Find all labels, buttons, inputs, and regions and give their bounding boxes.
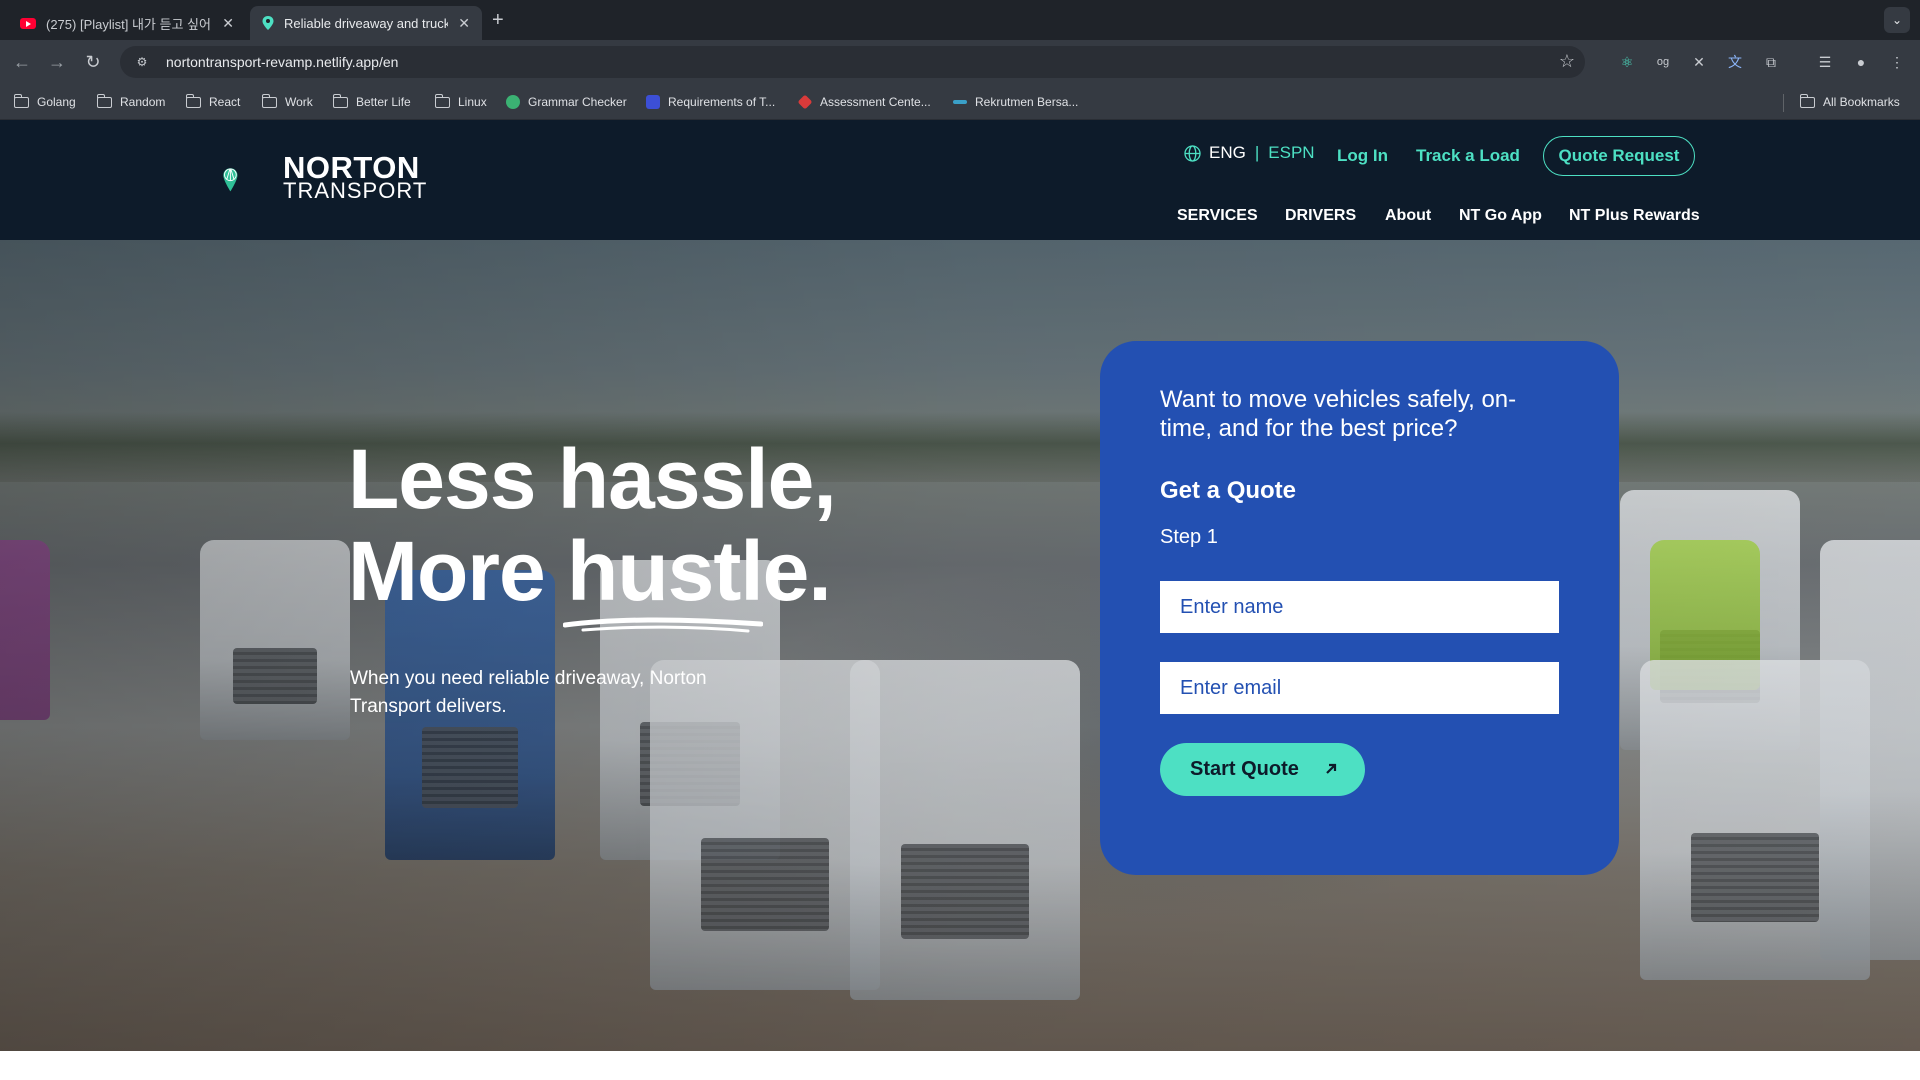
hero-background-image [0, 240, 1920, 1051]
language-espn[interactable]: ESPN [1268, 143, 1314, 163]
bookmark-label: Grammar Checker [528, 95, 627, 109]
language-switcher: ENG | ESPN [1184, 143, 1315, 163]
url-text[interactable]: nortontransport-revamp.netlify.app/en [166, 54, 398, 70]
bookmark-label: Rekrutmen Bersa... [975, 95, 1079, 109]
page-bottom-area [0, 1051, 1920, 1080]
address-bar[interactable]: ⚙ nortontransport-revamp.netlify.app/en … [120, 46, 1585, 78]
quote-card-intro: Want to move vehicles safely, on-time, a… [1160, 386, 1517, 442]
arrow-up-right-icon [1326, 763, 1337, 774]
folder-icon [185, 93, 201, 108]
tab-title: Reliable driveaway and trucking [284, 15, 449, 31]
bookmark-assessment[interactable]: Assessment Cente... [797, 93, 931, 111]
all-bookmarks[interactable]: All Bookmarks [1799, 93, 1900, 111]
bookmark-label: Linux [458, 95, 487, 109]
all-bookmarks-label: All Bookmarks [1823, 95, 1900, 109]
language-eng[interactable]: ENG [1209, 143, 1246, 163]
start-quote-label: Start Quote [1190, 758, 1299, 780]
nav-services[interactable]: SERVICES [1177, 207, 1258, 225]
bookmark-react[interactable]: React [185, 93, 241, 111]
language-separator: | [1254, 143, 1260, 162]
close-tab-icon[interactable]: ✕ [458, 15, 470, 32]
nav-about[interactable]: About [1385, 207, 1431, 225]
start-quote-button[interactable]: Start Quote [1160, 743, 1365, 796]
bookmark-star-icon[interactable]: ☆ [1559, 51, 1575, 72]
bookmark-requirements[interactable]: Requirements of T... [646, 93, 775, 111]
site-info-icon[interactable]: ⚙ [132, 52, 152, 72]
nav-nt-plus-rewards[interactable]: NT Plus Rewards [1569, 207, 1700, 225]
hero-headline-line2: More hustle. [348, 524, 832, 618]
bookmark-label: Better Life [356, 95, 411, 109]
track-load-link[interactable]: Track a Load [1416, 146, 1520, 166]
bookmarks-divider [1783, 94, 1784, 112]
bookmark-linux[interactable]: Linux [434, 93, 487, 111]
assessment-icon [797, 94, 813, 110]
folder-icon [96, 93, 112, 108]
nav-nt-go-app[interactable]: NT Go App [1459, 207, 1542, 225]
bookmark-label: Assessment Cente... [820, 95, 931, 109]
globe-icon [1184, 144, 1201, 162]
new-tab-button[interactable]: + [492, 9, 504, 32]
profile-avatar-icon[interactable]: ● [1851, 52, 1871, 72]
close-extension-icon[interactable]: ✕ [1689, 52, 1709, 72]
folder-icon [1799, 93, 1815, 108]
tab-title: (275) [Playlist] 내가 듣고 싶어 듣는 [46, 16, 212, 32]
folder-icon [261, 93, 277, 108]
logo-subtitle[interactable]: TRANSPORT [283, 178, 427, 204]
translate-icon[interactable]: 文 [1725, 52, 1745, 72]
brush-underline-icon [563, 617, 763, 633]
bookmark-work[interactable]: Work [261, 93, 313, 111]
quote-request-button[interactable]: Quote Request [1543, 136, 1695, 176]
bookmarks-bar: Golang Random React Work Better Life Lin… [0, 84, 1920, 120]
requirements-icon [646, 95, 660, 109]
hero-headline-line1: Less hassle, [348, 432, 837, 526]
bookmark-grammar-checker[interactable]: Grammar Checker [506, 93, 627, 111]
email-input[interactable] [1160, 662, 1559, 714]
grammar-extension-icon[interactable]: og [1653, 52, 1673, 72]
browser-tab-playlist[interactable]: (275) [Playlist] 내가 듣고 싶어 듣는 ✕ [8, 6, 246, 40]
reading-list-icon[interactable]: ☰ [1815, 52, 1835, 72]
login-link[interactable]: Log In [1337, 146, 1388, 166]
chrome-menu-icon[interactable]: ⋮ [1887, 52, 1907, 72]
forward-button[interactable]: → [45, 50, 69, 74]
bookmark-label: Random [120, 95, 166, 109]
tab-search-button[interactable]: ⌄ [1884, 7, 1910, 33]
youtube-icon [20, 17, 36, 29]
name-input[interactable] [1160, 581, 1559, 633]
close-tab-icon[interactable]: ✕ [222, 15, 234, 32]
nav-drivers[interactable]: DRIVERS [1285, 207, 1356, 225]
quote-card-step: Step 1 [1160, 526, 1218, 548]
bookmark-label: Work [285, 95, 313, 109]
browser-toolbar: ← → ↻ ⚙ nortontransport-revamp.netlify.a… [0, 40, 1920, 84]
extensions-icon[interactable]: ⧉ [1761, 52, 1781, 72]
hero-subtext: When you need reliable driveaway, Norton… [350, 668, 707, 717]
folder-icon [434, 93, 450, 108]
bookmark-label: Golang [37, 95, 76, 109]
rekrutmen-icon [953, 100, 967, 104]
folder-icon [13, 93, 29, 108]
hero-overlay [0, 240, 1920, 1051]
react-devtools-icon[interactable]: ⚛ [1617, 52, 1637, 72]
folder-icon [332, 93, 348, 108]
map-pin-icon [262, 16, 274, 30]
browser-tab-norton[interactable]: Reliable driveaway and trucking ✕ [250, 6, 482, 40]
bookmark-golang[interactable]: Golang [13, 93, 76, 111]
bookmark-random[interactable]: Random [96, 93, 166, 111]
bookmark-better-life[interactable]: Better Life [332, 93, 411, 111]
bookmark-label: React [209, 95, 241, 109]
quote-card-title: Get a Quote [1160, 477, 1297, 504]
browser-tab-bar: (275) [Playlist] 내가 듣고 싶어 듣는 ✕ Reliable … [0, 0, 1920, 40]
back-button[interactable]: ← [10, 50, 34, 74]
norton-logo-icon[interactable] [223, 141, 283, 219]
reload-button[interactable]: ↻ [81, 50, 105, 74]
grammar-checker-icon [506, 95, 520, 109]
bookmark-rekrutmen[interactable]: Rekrutmen Bersa... [953, 93, 1078, 111]
hero-headline: Less hassle, More hustle. [348, 432, 837, 618]
bookmark-label: Requirements of T... [668, 95, 776, 109]
